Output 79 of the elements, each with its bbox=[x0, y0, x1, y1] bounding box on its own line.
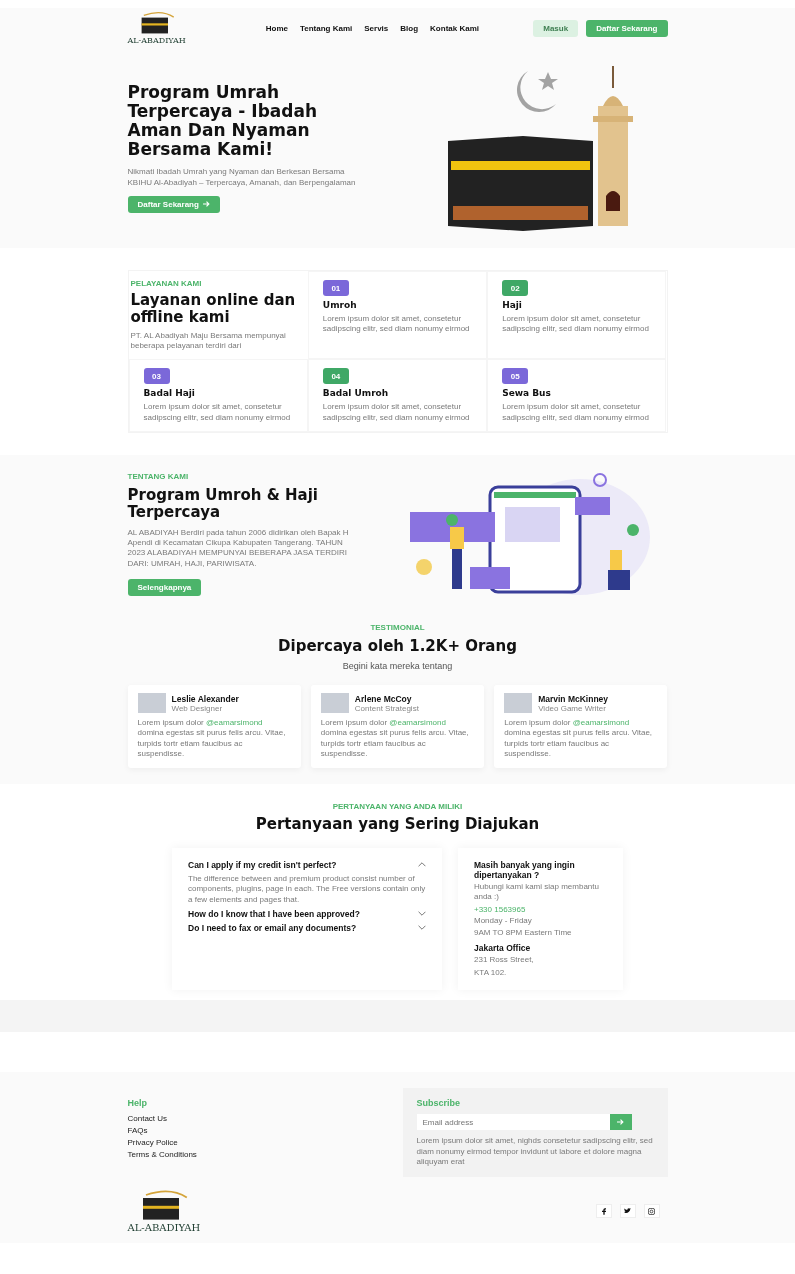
section-eyebrow: PERTANYAAN YANG ANDA MILIKI bbox=[332, 801, 463, 811]
hero-subtitle: Nikmati Ibadah Umrah yang Nyaman dan Berkesan Bersama KBIHU Al-Abadiyah – Terpercaya, Amanah, dan Berpengalaman bbox=[127, 167, 357, 188]
hero-title: Program Umrah Terpercaya - Ibadah Aman Dan Nyaman Bersama Kami! bbox=[127, 83, 318, 160]
chevron-up-icon[interactable] bbox=[418, 862, 426, 868]
photo-placeholder bbox=[504, 693, 533, 713]
service-description: Lorem ipsum dolor sit amet, consetetur sadipscing elitr, sed diam nonumy eirmod bbox=[143, 402, 292, 424]
service-description: Lorem ipsum dolor sit amet, consetetur sadipscing elitr, sed diam nonumy eirmod bbox=[502, 402, 650, 424]
logo-text: AL-ABADIYAH bbox=[127, 35, 186, 45]
photo-placeholder bbox=[320, 693, 349, 713]
nav-link[interactable]: Servis bbox=[364, 23, 389, 33]
number-badge: 03 bbox=[143, 368, 170, 385]
nav-link[interactable]: Blog bbox=[400, 23, 419, 33]
facebook-link[interactable] bbox=[595, 1204, 612, 1219]
twitter-link[interactable] bbox=[619, 1204, 636, 1219]
testimonial-text: Lorem ipsum dolor @eamarsimond domina egestas sit purus felis arcu. Vitae, turpids tortr etiam faucibus ac suspendisse. bbox=[320, 718, 470, 760]
testimonial-text: Lorem ipsum dolor @eamarsimond domina egestas sit purus felis arcu. Vitae, turpids tortr etiam faucibus ac suspendisse. bbox=[137, 718, 287, 760]
office-address: KTA 102. bbox=[474, 967, 508, 979]
section-title: Layanan online dan offline kami bbox=[130, 292, 297, 327]
nav-link[interactable]: Tentang Kami bbox=[299, 23, 353, 33]
office-address: 231 Ross Street, bbox=[474, 955, 535, 966]
person-role: Content Strategist bbox=[354, 703, 419, 713]
section-title: Program Umroh & Haji Terpercaya bbox=[127, 487, 319, 522]
arrow-right-icon bbox=[617, 1119, 624, 1126]
footer-heading: Subscribe bbox=[416, 1098, 461, 1109]
arrow-right-icon bbox=[202, 201, 210, 208]
footer-heading: Help bbox=[127, 1098, 148, 1109]
number-badge: 02 bbox=[502, 280, 529, 296]
subscribe-text: Lorem ipsum dolor sit amet, nighds consetetur sadipscing elitr, sed diam nonumy eirmod tempor invidunt ut labore et dolore magna aliquyam erat bbox=[416, 1136, 654, 1168]
camera-icon bbox=[648, 1207, 655, 1215]
number-badge: 04 bbox=[322, 368, 349, 385]
section-eyebrow: TESTIMONIAL bbox=[370, 623, 425, 633]
section-eyebrow: TENTANG KAMI bbox=[127, 472, 190, 482]
email-field[interactable]: Email address bbox=[416, 1114, 610, 1131]
service-title: Haji bbox=[502, 300, 523, 310]
footer-link[interactable]: Privacy Police bbox=[127, 1138, 197, 1148]
person-name: Arlene McCoy bbox=[354, 693, 412, 704]
service-title: Badal Umroh bbox=[322, 388, 390, 399]
chevron-down-icon[interactable] bbox=[418, 925, 426, 931]
contact-text: Hubungi kami kami siap membantu anda :) bbox=[474, 881, 600, 903]
photo-placeholder bbox=[137, 693, 166, 713]
service-title: Badal Haji bbox=[143, 388, 196, 399]
faq-question[interactable]: Can I apply if my credit isn't perfect? bbox=[188, 859, 337, 870]
logo-text: AL-ABADIYAH bbox=[127, 1222, 201, 1234]
faq-question[interactable]: Do I need to fax or email any documents? bbox=[188, 923, 357, 933]
service-title: Sewa Bus bbox=[502, 388, 552, 399]
service-title: Umroh bbox=[322, 300, 358, 310]
service-description: Lorem ipsum dolor sit amet, consetetur sadipscing elitr, sed diam nonumy eirmod bbox=[322, 314, 471, 335]
about-text: AL ABADIYAH Berdiri pada tahun 2006 didirikan oleh Bapak H Apendi di Kecamatan Cikupa Kabupaten Tangerang. TAHUN 2023 ALABADIYAH MEMPUNYAI BEBERAPA JASA TERDIRI DARI: UMRAH, HAJI, PARIWISATA. bbox=[127, 527, 350, 570]
faq-question[interactable]: How do I know that I have been approved? bbox=[188, 909, 360, 919]
section-subtitle: Begini kata mereka tentang bbox=[342, 661, 453, 673]
facebook-icon bbox=[601, 1207, 606, 1215]
section-description: PT. AL Abadiyah Maju Bersama mempunyai beberapa pelayanan terdiri dari bbox=[130, 330, 287, 352]
login-button[interactable]: Masuk bbox=[533, 19, 579, 37]
service-description: Lorem ipsum dolor sit amet, consetetur sadipscing elitr, sed diam nonumy eirmod bbox=[322, 402, 471, 424]
nav-link[interactable]: Kontak Kami bbox=[430, 23, 479, 33]
section-title: Pertanyaan yang Sering Diajukan bbox=[255, 815, 540, 833]
instagram-link[interactable] bbox=[643, 1204, 660, 1219]
person-role: Video Game Writer bbox=[538, 703, 606, 713]
section-title: Dipercaya oleh 1.2K+ Orang bbox=[278, 638, 517, 656]
person-role: Web Designer bbox=[171, 703, 224, 713]
section-eyebrow: PELAYANAN KAMI bbox=[130, 279, 203, 288]
nav-link[interactable]: Home bbox=[265, 23, 288, 33]
footer-link[interactable]: Contact Us bbox=[127, 1114, 197, 1124]
person-name: Marvin McKinney bbox=[538, 693, 609, 704]
subscribe-button[interactable] bbox=[609, 1114, 632, 1131]
chevron-down-icon[interactable] bbox=[418, 911, 426, 917]
office-hours: 9AM TO 8PM Eastern Time bbox=[474, 928, 573, 939]
faq-answer: The difference between and premium product consist number of components, plugins, page in each. The Free versions contain only a few elements and pages that. bbox=[188, 873, 426, 905]
footer-link[interactable]: FAQs bbox=[127, 1126, 197, 1136]
number-badge: 05 bbox=[502, 368, 529, 385]
office-title: Jakarta Office bbox=[474, 943, 532, 954]
office-hours: Monday - Friday bbox=[474, 915, 533, 926]
contact-title: Masih banyak yang ingin dipertanyakan ? bbox=[474, 859, 576, 880]
person-name: Leslie Alexander bbox=[171, 693, 239, 704]
footer-link[interactable]: Terms & Conditions bbox=[127, 1150, 197, 1160]
service-description: Lorem ipsum dolor sit amet, consetetur sadipscing elitr, sed diam nonumy eirmod bbox=[502, 314, 650, 335]
bird-icon bbox=[624, 1208, 631, 1215]
testimonial-text: Lorem ipsum dolor @eamarsimond domina egestas sit purus felis arcu. Vitae, turpids tortr etiam faucibus ac suspendisse. bbox=[504, 718, 654, 760]
number-badge: 01 bbox=[322, 280, 349, 296]
